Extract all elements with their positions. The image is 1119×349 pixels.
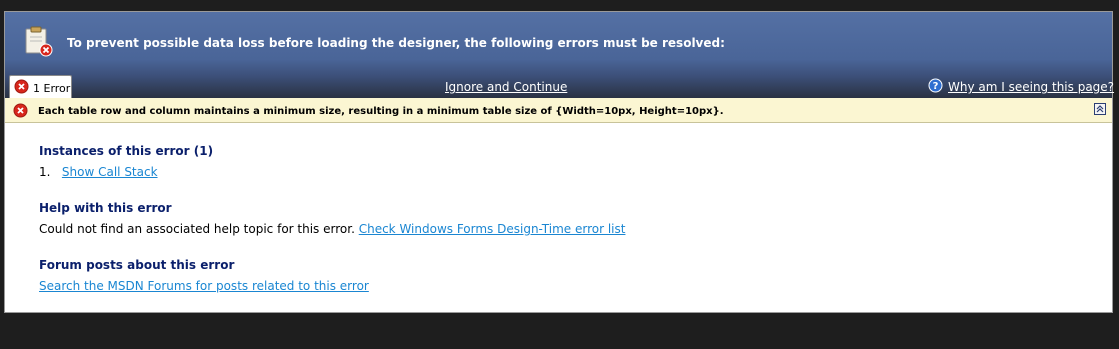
help-text: Could not find an associated help topic … bbox=[39, 222, 355, 236]
why-am-i-seeing-this-link[interactable]: Why am I seeing this page? bbox=[948, 80, 1114, 94]
forum-heading: Forum posts about this error bbox=[39, 258, 235, 272]
chevron-up-double-icon bbox=[1096, 105, 1104, 113]
header-title: To prevent possible data loss before loa… bbox=[67, 36, 725, 50]
help-icon[interactable]: ? bbox=[928, 78, 943, 93]
help-heading: Help with this error bbox=[39, 201, 172, 215]
tab-label: 1 Error bbox=[33, 82, 71, 95]
search-msdn-forums-link[interactable]: Search the MSDN Forums for posts related… bbox=[39, 279, 369, 293]
instance-item: 1. Show Call Stack bbox=[39, 165, 158, 179]
ignore-and-continue-link[interactable]: Ignore and Continue bbox=[445, 80, 567, 94]
instances-heading: Instances of this error (1) bbox=[39, 144, 214, 158]
help-row: Could not find an associated help topic … bbox=[39, 222, 625, 236]
forum-row: Search the MSDN Forums for posts related… bbox=[39, 279, 369, 293]
instance-number: 1. bbox=[39, 165, 51, 179]
collapse-button[interactable] bbox=[1094, 103, 1106, 115]
error-icon bbox=[13, 103, 28, 118]
error-icon bbox=[14, 79, 29, 94]
error-message: Each table row and column maintains a mi… bbox=[38, 106, 724, 117]
error-message-bar: Each table row and column maintains a mi… bbox=[5, 98, 1112, 123]
clipboard-error-icon bbox=[25, 26, 53, 57]
error-header: To prevent possible data loss before loa… bbox=[5, 12, 1114, 98]
tab-errors[interactable]: 1 Error bbox=[9, 75, 72, 98]
designer-error-panel: To prevent possible data loss before loa… bbox=[4, 11, 1114, 313]
check-error-list-link[interactable]: Check Windows Forms Design-Time error li… bbox=[359, 222, 626, 236]
svg-text:?: ? bbox=[933, 81, 939, 92]
show-call-stack-link[interactable]: Show Call Stack bbox=[62, 165, 158, 179]
